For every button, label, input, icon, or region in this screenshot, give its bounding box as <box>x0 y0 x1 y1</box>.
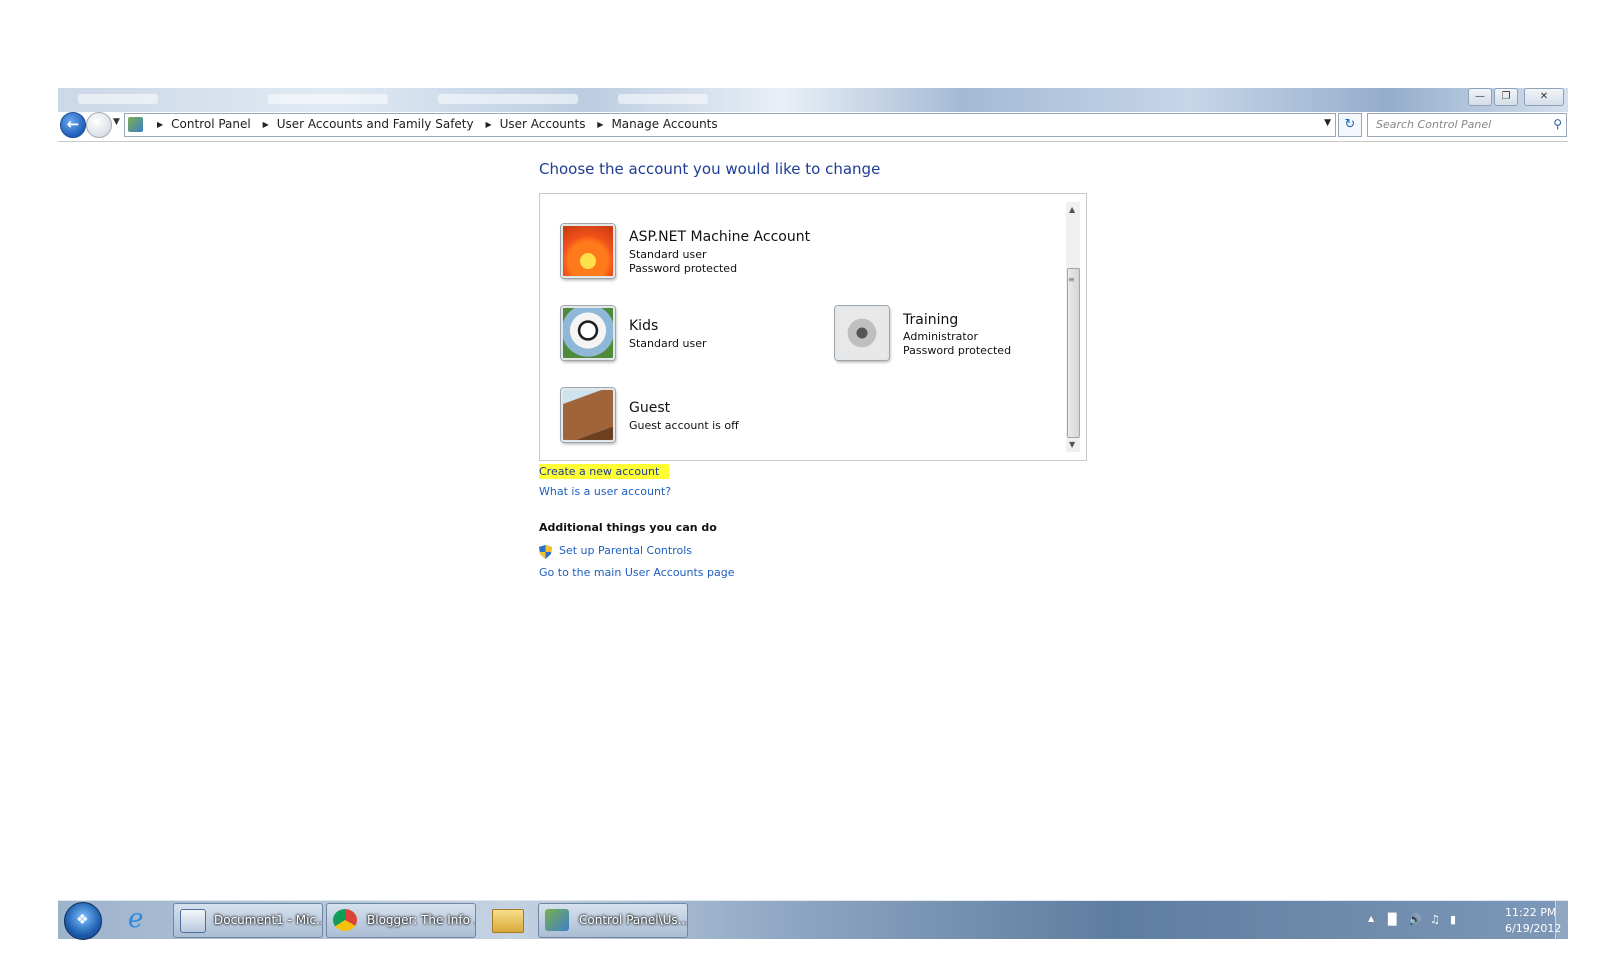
chevron-right-icon[interactable]: ▶ <box>157 120 163 129</box>
briefcase-avatar-icon <box>561 388 615 442</box>
task-label: Blogger: The Info ... <box>367 913 476 927</box>
search-icon[interactable]: ⚲ <box>1553 117 1562 131</box>
soccer-ball-avatar-icon <box>561 306 615 360</box>
parental-controls-link[interactable]: Set up Parental Controls <box>559 544 692 557</box>
create-account-link[interactable]: Create a new account <box>539 464 670 479</box>
system-tray: ▲ █ 🔊 ♫ ▮ 11:22 PM 6/19/2012 <box>1368 901 1568 939</box>
search-input[interactable] <box>1374 117 1546 132</box>
back-button[interactable]: ← <box>60 112 86 138</box>
breadcrumb-user-accounts[interactable]: User Accounts <box>500 117 586 131</box>
grip-icon: ≡ <box>1068 275 1075 284</box>
account-training[interactable]: Training Administrator Password protecte… <box>835 306 1065 362</box>
windows-logo-icon: ❖ <box>76 912 89 928</box>
address-bar[interactable]: ▶ Control Panel ▶ User Accounts and Family… <box>124 113 1336 137</box>
account-guest[interactable]: Guest Guest account is off <box>561 388 801 444</box>
flower-avatar-icon <box>561 224 615 278</box>
page-title: Choose the account you would like to cha… <box>539 160 881 178</box>
breadcrumb-user-accounts-family-safety[interactable]: User Accounts and Family Safety <box>277 117 474 131</box>
chevron-right-icon[interactable]: ▶ <box>485 120 491 129</box>
taskbar: ❖ e Document1 - Mic... Blogger: The Info… <box>58 900 1568 940</box>
task-label: Document1 - Mic... <box>214 913 323 927</box>
account-name: Kids <box>629 318 659 334</box>
ghost-tab <box>78 94 158 104</box>
main-user-accounts-link[interactable]: Go to the main User Accounts page <box>539 566 735 579</box>
ghost-tab <box>438 94 578 104</box>
account-status: Password protected <box>629 262 738 275</box>
search-box[interactable]: ⚲ <box>1367 113 1567 137</box>
internet-explorer-icon: e <box>128 904 144 934</box>
robot-avatar-icon <box>835 306 889 360</box>
task-button-chrome[interactable]: Blogger: The Info ... <box>326 903 476 938</box>
refresh-button[interactable]: ↻ <box>1338 113 1362 137</box>
account-name: Training <box>903 312 959 328</box>
window-title-bar <box>58 88 1568 112</box>
scroll-up-icon[interactable]: ▲ <box>1069 205 1075 214</box>
scroll-down-icon[interactable]: ▼ <box>1069 440 1075 449</box>
control-panel-icon <box>128 117 143 132</box>
volume-icon[interactable]: 🔊 <box>1408 913 1422 926</box>
network-icon[interactable]: █ <box>1388 913 1396 926</box>
arrow-left-icon: ← <box>66 115 80 133</box>
recent-pages-dropdown[interactable]: ▼ <box>113 117 120 127</box>
scroll-thumb[interactable] <box>1067 268 1080 438</box>
account-status: Guest account is off <box>629 419 739 432</box>
ghost-tab <box>618 94 708 104</box>
account-aspnet[interactable]: ASP.NET Machine Account Standard user Pa… <box>561 224 831 280</box>
ghost-tab <box>268 94 388 104</box>
breadcrumb: ▶ Control Panel ▶ User Accounts and Family… <box>149 117 718 131</box>
forward-button[interactable] <box>86 112 112 138</box>
breadcrumb-manage-accounts[interactable]: Manage Accounts <box>611 117 717 131</box>
folder-icon <box>492 909 524 933</box>
what-is-user-account-link[interactable]: What is a user account? <box>539 485 671 498</box>
minimize-button[interactable]: — <box>1468 88 1492 106</box>
show-hidden-icons-icon[interactable]: ▲ <box>1368 914 1374 923</box>
account-type: Standard user <box>629 248 707 261</box>
clock-time[interactable]: 11:22 PM <box>1505 906 1556 919</box>
windows-explorer-button[interactable] <box>486 903 528 937</box>
account-type: Standard user <box>629 337 707 350</box>
control-panel-icon <box>545 909 569 931</box>
breadcrumb-control-panel[interactable]: Control Panel <box>171 117 251 131</box>
start-button[interactable]: ❖ <box>64 902 102 940</box>
internet-explorer-button[interactable]: e <box>120 903 162 937</box>
account-type: Administrator <box>903 330 978 343</box>
accounts-list: ASP.NET Machine Account Standard user Pa… <box>539 193 1087 461</box>
account-status: Password protected <box>903 344 1012 357</box>
task-button-word[interactable]: Document1 - Mic... <box>173 903 323 938</box>
media-icon[interactable]: ♫ <box>1430 913 1440 926</box>
word-icon <box>180 909 206 933</box>
refresh-icon: ↻ <box>1344 117 1356 132</box>
task-button-control-panel[interactable]: Control Panel\Us... <box>538 903 688 938</box>
shield-icon <box>539 545 552 559</box>
close-button[interactable]: ✕ <box>1524 88 1564 106</box>
account-kids[interactable]: Kids Standard user <box>561 306 801 362</box>
account-name: ASP.NET Machine Account <box>629 229 811 245</box>
chevron-right-icon[interactable]: ▶ <box>263 120 269 129</box>
maximize-button[interactable]: ❐ <box>1494 88 1518 106</box>
chevron-right-icon[interactable]: ▶ <box>597 120 603 129</box>
clock-date[interactable]: 6/19/2012 <box>1505 922 1561 935</box>
task-label: Control Panel\Us... <box>579 913 688 927</box>
account-name: Guest <box>629 400 671 416</box>
additional-tasks-heading: Additional things you can do <box>539 521 717 534</box>
power-icon[interactable]: ▮ <box>1450 913 1456 926</box>
show-desktop-button[interactable] <box>1555 901 1568 939</box>
address-dropdown-icon[interactable]: ▼ <box>1324 118 1331 128</box>
navigation-bar: ← ▼ ▶ Control Panel ▶ User Accounts and Fa… <box>58 112 1568 142</box>
chrome-icon <box>333 909 357 931</box>
vertical-scrollbar[interactable]: ▲ ≡ ▼ <box>1066 202 1080 452</box>
